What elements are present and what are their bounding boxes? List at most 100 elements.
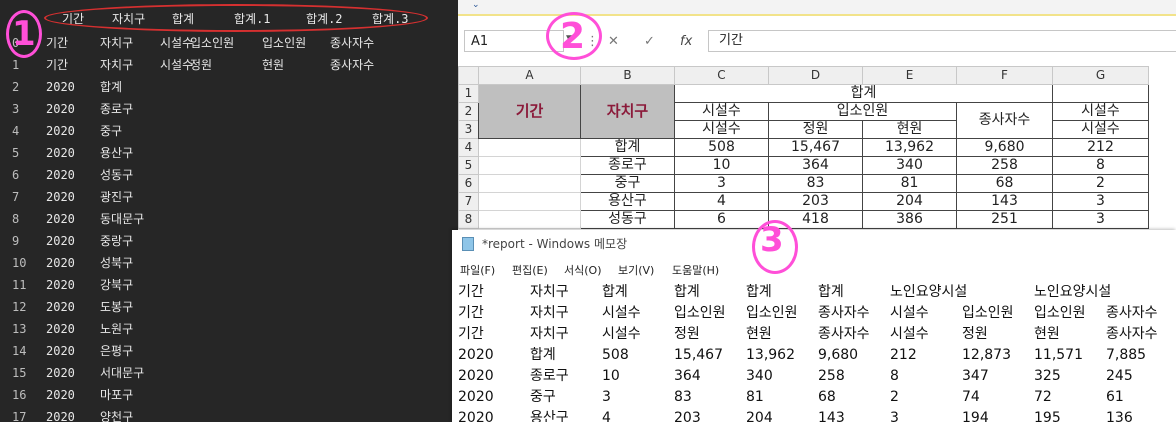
column-header-d[interactable]: D: [768, 66, 863, 85]
column-header-f[interactable]: F: [956, 66, 1053, 85]
grid-cell[interactable]: 83: [768, 174, 863, 193]
grid-cell[interactable]: 용산구: [580, 192, 675, 211]
text-field: 136: [1106, 410, 1133, 422]
row-header[interactable]: 7: [458, 192, 479, 211]
grid-cell[interactable]: 364: [768, 156, 863, 175]
row-index: 3: [12, 102, 20, 116]
grid-cell[interactable]: 251: [956, 210, 1053, 229]
row-header[interactable]: 8: [458, 210, 479, 229]
grid-cell[interactable]: 508: [674, 138, 769, 157]
cell-g2[interactable]: 시설수: [1052, 102, 1149, 121]
grid-cell[interactable]: 8: [1052, 156, 1149, 175]
grid-cell[interactable]: 15,467: [768, 138, 863, 157]
grid-cell[interactable]: 4: [674, 192, 769, 211]
grid-cell[interactable]: 10: [674, 156, 769, 175]
formula-input[interactable]: 기간: [708, 30, 1176, 52]
row-index: 7: [12, 190, 20, 204]
terminal-cell: 동대문구: [100, 212, 145, 226]
cell-key-period[interactable]: 기간: [478, 84, 581, 139]
text-field: 기간: [458, 326, 484, 342]
grid-cell[interactable]: 340: [862, 156, 957, 175]
cell-a[interactable]: [478, 138, 581, 157]
terminal-cell: 종사자수: [330, 36, 375, 50]
grid-cell[interactable]: 3: [1052, 210, 1149, 229]
text-field: 용산구: [530, 410, 569, 422]
grid-cell[interactable]: 212: [1052, 138, 1149, 157]
notepad-text-area[interactable]: 기간 자치구 합계 합계 합계 합계 노인요양시설 노인요양시설 기간 자치구 시설수 입소인원 입소인…: [452, 282, 1176, 422]
menu-file[interactable]: 파일(F): [460, 262, 495, 278]
grid-cell[interactable]: 386: [862, 210, 957, 229]
grid-cell[interactable]: 204: [862, 192, 957, 211]
select-all-corner[interactable]: [458, 66, 479, 85]
row-header[interactable]: 4: [458, 138, 479, 157]
grid-cell[interactable]: 68: [956, 174, 1053, 193]
grid-cell[interactable]: 81: [862, 174, 957, 193]
text-field: 시설수: [890, 326, 929, 342]
terminal-cell: 2020: [46, 366, 75, 380]
chevron-down-icon[interactable]: ⌄: [472, 0, 480, 10]
notepad-icon: [462, 237, 474, 251]
text-field: 입소인원: [1034, 305, 1086, 321]
text-field: 258: [818, 368, 845, 384]
text-field: 합계: [746, 284, 772, 300]
menu-view[interactable]: 보기(V): [618, 262, 654, 278]
cell-a[interactable]: [478, 192, 581, 211]
terminal-cell: 용산구: [100, 146, 134, 160]
grid-cell[interactable]: 143: [956, 192, 1053, 211]
terminal-cell: 입소인원: [190, 36, 235, 50]
confirm-icon[interactable]: ✓: [644, 34, 655, 49]
cell-key-district[interactable]: 자치구: [580, 84, 675, 139]
grid-cell[interactable]: 합계: [580, 138, 675, 157]
menu-format[interactable]: 서식(O): [564, 262, 601, 278]
text-field: 245: [1106, 368, 1133, 384]
terminal-cell: 마포구: [100, 388, 134, 402]
terminal-cell: 입소인원: [262, 36, 307, 50]
grid-cell[interactable]: 13,962: [862, 138, 957, 157]
grid-cell[interactable]: 203: [768, 192, 863, 211]
column-header-e[interactable]: E: [862, 66, 957, 85]
row-header[interactable]: 6: [458, 174, 479, 193]
text-field: 340: [746, 368, 773, 384]
text-field: 기간: [458, 284, 484, 300]
cell-e3[interactable]: 현원: [862, 120, 957, 139]
cancel-icon[interactable]: ✕: [608, 34, 619, 49]
notepad-titlebar[interactable]: *report - Windows 메모장: [452, 230, 1176, 256]
grid-cell[interactable]: 2: [1052, 174, 1149, 193]
cell-f2[interactable]: 종사자수: [956, 102, 1053, 139]
grid-cell[interactable]: 9,680: [956, 138, 1053, 157]
cell-a[interactable]: [478, 210, 581, 229]
grid-cell[interactable]: 3: [1052, 192, 1149, 211]
row-header[interactable]: 1: [458, 84, 479, 103]
cell-c3[interactable]: 시설수: [674, 120, 769, 139]
grid-cell[interactable]: 성동구: [580, 210, 675, 229]
grid-cell[interactable]: 3: [674, 174, 769, 193]
cell-a[interactable]: [478, 174, 581, 193]
grid-cell[interactable]: 중구: [580, 174, 675, 193]
cell-g3[interactable]: 시설수: [1052, 120, 1149, 139]
menu-edit[interactable]: 편집(E): [512, 262, 548, 278]
grid-cell[interactable]: 258: [956, 156, 1053, 175]
grid-cell[interactable]: 종로구: [580, 156, 675, 175]
column-header-b[interactable]: B: [580, 66, 675, 85]
cell-c2[interactable]: 시설수: [674, 102, 769, 121]
text-field: 347: [962, 368, 989, 384]
cell-a[interactable]: [478, 156, 581, 175]
menu-help[interactable]: 도움말(H): [672, 262, 719, 278]
text-field: 합계: [674, 284, 700, 300]
cell-g1[interactable]: [1052, 84, 1149, 103]
column-header-a[interactable]: A: [478, 66, 581, 85]
cell-d2[interactable]: 입소인원: [768, 102, 957, 121]
insert-function-icon[interactable]: fx: [680, 34, 692, 49]
row-index: 15: [12, 366, 27, 380]
column-header-g[interactable]: G: [1052, 66, 1149, 85]
grid-cell[interactable]: 6: [674, 210, 769, 229]
row-header[interactable]: 3: [458, 120, 479, 139]
column-header-c[interactable]: C: [674, 66, 769, 85]
row-header[interactable]: 2: [458, 102, 479, 121]
grid-row-4: 4 합계 508 15,467 13,962 9,680 212: [458, 138, 1149, 157]
terminal-cell: 2020: [46, 388, 75, 402]
cell-d3[interactable]: 정원: [768, 120, 863, 139]
row-header[interactable]: 5: [458, 156, 479, 175]
text-field: 합계: [530, 347, 556, 363]
cell-total-header[interactable]: 합계: [674, 84, 1053, 103]
